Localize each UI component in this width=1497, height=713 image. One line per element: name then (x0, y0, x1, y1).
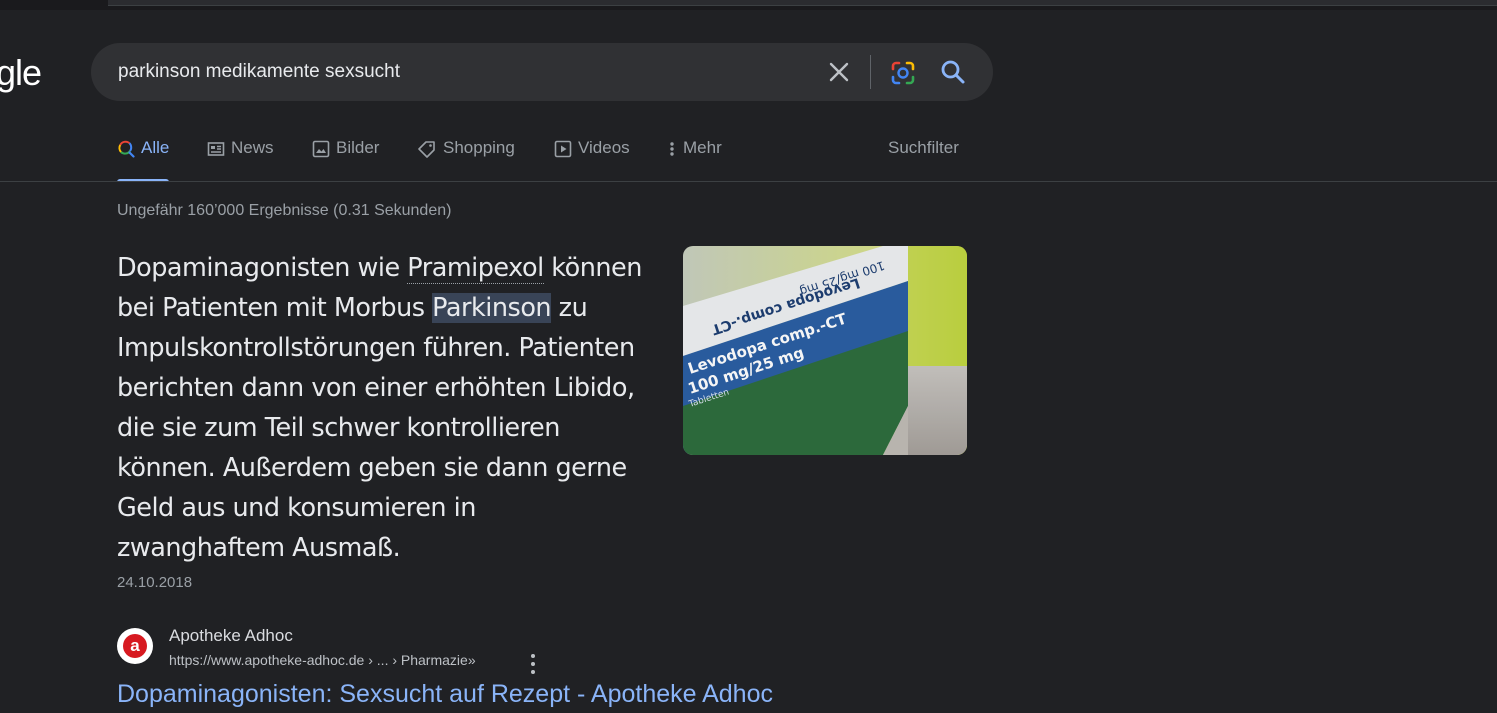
tab-alle[interactable]: Alle (117, 138, 170, 182)
more-vert-icon (667, 140, 677, 158)
source-favicon[interactable]: a (117, 628, 153, 664)
newspaper-icon (207, 140, 225, 158)
favicon-letter: a (123, 634, 147, 658)
play-icon (554, 140, 572, 158)
camera-lens-icon (891, 61, 915, 85)
tag-icon (417, 140, 437, 158)
tab-label: Mehr (683, 138, 722, 157)
image-icon (312, 140, 330, 158)
highlighted-term-parkinson: Parkinson (432, 293, 552, 323)
search-input[interactable] (118, 61, 808, 83)
source-url[interactable]: https://www.apotheke-adhoc.de › ... › Ph… (169, 652, 476, 668)
result-title-link[interactable]: Dopaminagonisten: Sexsucht auf Rezept - … (117, 680, 773, 709)
close-icon (829, 62, 849, 82)
browser-tab-strip (108, 0, 1497, 6)
search-icon (941, 60, 965, 84)
about-result-button[interactable] (525, 652, 541, 676)
snippet-thumbnail-image[interactable]: Levodopa comp.-CT 100 mg/25 mg Levodopa … (683, 246, 967, 455)
tab-label: Alle (141, 138, 170, 157)
tab-label: Shopping (443, 138, 515, 157)
source-site-name[interactable]: Apotheke Adhoc (169, 626, 293, 646)
tab-label: News (231, 138, 274, 157)
browser-top-strip (0, 0, 1497, 10)
tab-label: Videos (578, 138, 630, 157)
search-multicolor-icon (117, 140, 135, 158)
tab-news[interactable]: News (207, 138, 274, 182)
dot-icon (531, 670, 535, 674)
medicine-box-photo: Levodopa comp.-CT 100 mg/25 mg Levodopa … (683, 246, 967, 455)
dot-icon (531, 662, 535, 666)
search-tools-label: Suchfilter (888, 138, 959, 157)
result-stats: Ungefähr 160’000 Ergebnisse (0.31 Sekund… (117, 202, 452, 219)
google-logo[interactable]: gle (0, 52, 42, 94)
clear-search-button[interactable] (826, 59, 852, 85)
tab-shopping[interactable]: Shopping (417, 138, 515, 182)
featured-snippet-text: Dopaminagonisten wie Pramipexol können b… (117, 248, 647, 568)
snippet-text-part: Dopaminagonisten wie (117, 253, 408, 283)
term-link-pramipexol[interactable]: Pramipexol (407, 253, 544, 284)
tab-videos[interactable]: Videos (554, 138, 630, 182)
snippet-date: 24.10.2018 (117, 574, 193, 591)
search-submit-button[interactable] (939, 58, 967, 86)
tab-bilder[interactable]: Bilder (312, 138, 379, 182)
search-box-divider (870, 55, 871, 89)
search-tools-button[interactable]: Suchfilter (888, 138, 959, 182)
tab-label: Bilder (336, 138, 380, 157)
tab-mehr[interactable]: Mehr (667, 138, 722, 182)
tabs-divider (0, 181, 1497, 182)
google-lens-button[interactable] (889, 59, 917, 87)
snippet-text-part: zu Impulskontrollstörungen führen. Patie… (117, 293, 635, 563)
dot-icon (531, 654, 535, 658)
search-box[interactable] (91, 43, 993, 101)
